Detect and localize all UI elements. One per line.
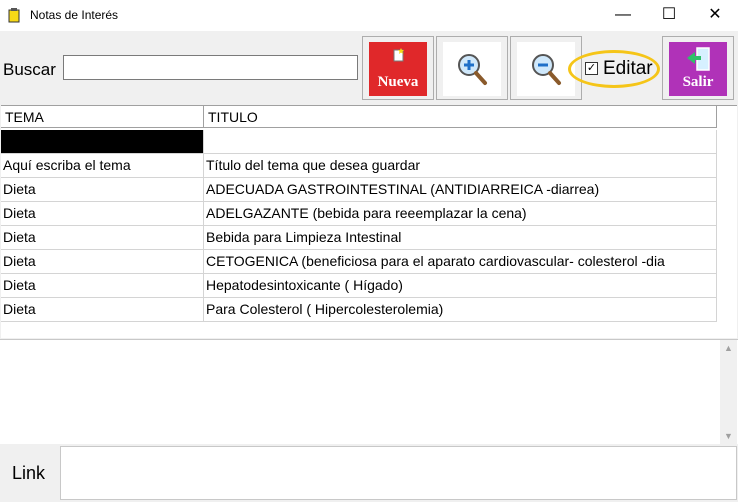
titulo-cell[interactable]: Para Colesterol ( Hipercolesterolemia) xyxy=(204,298,717,322)
edit-label[interactable]: Editar xyxy=(603,58,653,80)
table-row[interactable]: Dieta ADECUADA GASTROINTESTINAL (ANTIDIA… xyxy=(1,178,717,202)
tema-cell[interactable]: Dieta xyxy=(1,226,204,250)
titulo-cell[interactable]: Título del tema que desea guardar xyxy=(204,154,717,178)
edit-checkbox[interactable]: ✓ xyxy=(585,62,598,75)
titulo-cell[interactable]: Bebida para Limpieza Intestinal xyxy=(204,226,717,250)
new-document-icon xyxy=(393,48,404,62)
column-header-tema[interactable]: TEMA xyxy=(1,106,204,128)
window-title: Notas de Interés xyxy=(30,8,119,22)
search-label: Buscar xyxy=(3,60,56,79)
minimize-button[interactable]: — xyxy=(600,0,646,31)
link-input[interactable] xyxy=(60,446,737,500)
scroll-down-icon[interactable]: ▼ xyxy=(720,428,737,445)
titulo-cell[interactable]: CETOGENICA (beneficiosa para el aparato … xyxy=(204,250,717,274)
titulo-cell[interactable] xyxy=(204,130,717,154)
vertical-scrollbar[interactable]: ▲ ▼ xyxy=(720,340,737,445)
zoom-in-button[interactable] xyxy=(436,36,508,100)
table-row[interactable]: Dieta Para Colesterol ( Hipercolesterole… xyxy=(1,298,717,322)
zoom-in-face xyxy=(443,42,501,96)
table-row[interactable]: Aquí escriba el tema Título del tema que… xyxy=(1,154,717,178)
link-section: Link xyxy=(0,444,738,502)
tema-cell[interactable]: Dieta xyxy=(1,250,204,274)
titulo-cell[interactable]: Hepatodesintoxicante ( Hígado) xyxy=(204,274,717,298)
zoom-out-icon xyxy=(532,54,561,85)
search-input[interactable] xyxy=(63,55,358,80)
tema-cell[interactable]: Dieta xyxy=(1,202,204,226)
tema-cell[interactable]: Dieta xyxy=(1,298,204,322)
exit-door-icon xyxy=(687,47,710,71)
exit-button[interactable]: Salir xyxy=(662,36,734,100)
link-label: Link xyxy=(12,463,46,483)
table-row[interactable]: Dieta CETOGENICA (beneficiosa para el ap… xyxy=(1,250,717,274)
scroll-up-icon[interactable]: ▲ xyxy=(720,340,737,357)
tema-cell[interactable]: Aquí escriba el tema xyxy=(1,154,204,178)
new-note-face: Nueva xyxy=(369,42,427,96)
zoom-in-icon xyxy=(458,54,487,85)
table-row[interactable]: Dieta Hepatodesintoxicante ( Hígado) xyxy=(1,274,717,298)
table-row[interactable] xyxy=(1,130,717,154)
note-content-area[interactable]: ▲ ▼ xyxy=(0,339,738,445)
table-row[interactable]: Dieta Bebida para Limpieza Intestinal xyxy=(1,226,717,250)
new-note-button[interactable]: Nueva xyxy=(362,36,434,100)
column-header-titulo[interactable]: TITULO xyxy=(204,106,717,128)
notepad-icon xyxy=(8,8,20,23)
zoom-out-face xyxy=(517,42,575,96)
new-note-label: Nueva xyxy=(377,74,419,90)
notes-table: TEMA TITULO Aquí escriba el tema Título … xyxy=(1,105,737,338)
close-button[interactable]: ✕ xyxy=(692,0,738,31)
exit-label: Salir xyxy=(682,74,714,90)
titulo-cell[interactable]: ADELGAZANTE (bebida para reeemplazar la … xyxy=(204,202,717,226)
exit-face: Salir xyxy=(669,42,727,96)
maximize-button[interactable]: ☐ xyxy=(646,0,692,31)
title-bar: Notas de Interés — ☐ ✕ xyxy=(0,0,738,32)
tema-cell[interactable]: Dieta xyxy=(1,178,204,202)
table-row[interactable]: Dieta ADELGAZANTE (bebida para reeemplaz… xyxy=(1,202,717,226)
titulo-cell[interactable]: ADECUADA GASTROINTESTINAL (ANTIDIARREICA… xyxy=(204,178,717,202)
tema-cell[interactable]: Dieta xyxy=(1,274,204,298)
tema-cell[interactable] xyxy=(1,130,204,154)
